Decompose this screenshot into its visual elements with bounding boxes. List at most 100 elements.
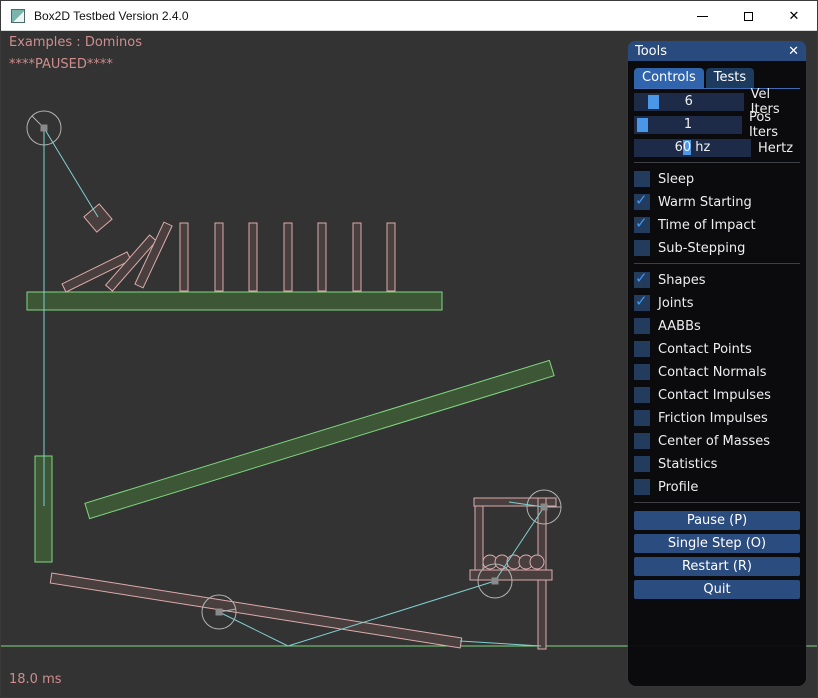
standing-domino[interactable] [180,223,188,291]
pause-p-button[interactable]: Pause (P) [634,511,800,530]
pos-iters-label: Pos Iters [749,110,800,140]
checkbox-shapes[interactable]: ✓ [634,272,650,288]
app-window: Box2D Testbed Version 2.4.0 ✕ [0,0,818,698]
standing-domino[interactable] [215,223,223,291]
window-title: Box2D Testbed Version 2.4.0 [34,9,189,23]
checkbox-statistics[interactable] [634,456,650,472]
maximize-icon [744,12,753,21]
checkbox-joints[interactable]: ✓ [634,295,650,311]
checkbox-row-profile[interactable]: Profile [634,479,800,495]
tools-panel: Tools ✕ Controls Tests 6 Vel Iters [628,41,806,686]
checkbox-friction-impulses[interactable] [634,410,650,426]
solver-checkbox-group: Sleep ✓ Warm Starting ✓ Time of Impact Sub-St… [634,171,800,256]
quit-button[interactable]: Quit [634,580,800,599]
checkbox-label: AABBs [658,319,701,334]
checkbox-row-warm-starting[interactable]: ✓ Warm Starting [634,194,800,210]
checkbox-row-time-of-impact[interactable]: ✓ Time of Impact [634,217,800,233]
tools-panel-titlebar[interactable]: Tools ✕ [628,41,806,61]
maximize-button[interactable] [725,1,771,31]
checkbox-row-contact-normals[interactable]: Contact Normals [634,364,800,380]
pos-iters-value: 1 [634,116,742,134]
checkbox-center-of-masses[interactable] [634,433,650,449]
checkbox-time-of-impact[interactable]: ✓ [634,217,650,233]
ground-rope-joint [460,641,541,646]
vel-iters-value: 6 [634,93,744,111]
single-step-o-button[interactable]: Single Step (O) [634,534,800,553]
pendulum-bob[interactable] [84,204,112,232]
checkbox-label: Profile [658,480,698,495]
close-button[interactable]: ✕ [771,1,817,31]
check-icon: ✓ [635,270,648,286]
checkbox-label: Sleep [658,172,694,187]
checkbox-row-sub-stepping[interactable]: Sub-Stepping [634,240,800,256]
checkbox-aabbs[interactable] [634,318,650,334]
checkbox-label: Joints [658,296,694,311]
check-icon: ✓ [635,215,648,231]
pendulum-rope-joint [44,128,98,217]
checkbox-contact-normals[interactable] [634,364,650,380]
tab-controls[interactable]: Controls [634,68,704,88]
hertz-selection: 0 [683,140,691,155]
tools-tabbar: Controls Tests [634,68,800,89]
frame-time-text: 18.0 ms [9,672,62,687]
checkbox-row-contact-points[interactable]: Contact Points [634,341,800,357]
vel-iters-slider[interactable]: 6 [634,93,744,111]
hertz-value: 60 hz [634,139,751,157]
checkbox-label: Contact Normals [658,365,767,380]
checkbox-label: Sub-Stepping [658,241,745,256]
checkbox-label: Shapes [658,273,705,288]
app-icon [11,9,25,23]
joint-anchor [541,504,548,511]
checkbox-row-joints[interactable]: ✓ Joints [634,295,800,311]
checkbox-sub-stepping[interactable] [634,240,650,256]
standing-domino[interactable] [318,223,326,291]
standing-domino[interactable] [284,223,292,291]
window-titlebar: Box2D Testbed Version 2.4.0 ✕ [1,1,817,31]
example-title-text: Examples : Dominos [9,35,142,50]
separator [634,502,800,503]
checkbox-row-contact-impulses[interactable]: Contact Impulses [634,387,800,403]
tab-tests[interactable]: Tests [706,68,754,88]
checkbox-label: Statistics [658,457,717,472]
frame-left-post[interactable] [475,506,483,576]
pos-iters-slider[interactable]: 1 [634,116,742,134]
check-icon: ✓ [635,293,648,309]
minimize-button[interactable] [679,1,725,31]
panel-close-icon[interactable]: ✕ [788,45,799,58]
checkbox-contact-points[interactable] [634,341,650,357]
checkbox-label: Contact Points [658,342,752,357]
checkbox-contact-impulses[interactable] [634,387,650,403]
check-icon: ✓ [635,192,648,208]
checkbox-label: Friction Impulses [658,411,768,426]
window-controls: ✕ [679,1,817,31]
minimize-icon [697,16,708,17]
checkbox-label: Contact Impulses [658,388,771,403]
joint-anchor [41,125,48,132]
joint-anchor [216,609,223,616]
paused-status-text: ****PAUSED**** [9,57,113,72]
checkbox-row-center-of-masses[interactable]: Center of Masses [634,433,800,449]
dominos-platform [27,292,442,310]
checkbox-warm-starting[interactable]: ✓ [634,194,650,210]
standing-domino[interactable] [353,223,361,291]
checkbox-profile[interactable] [634,479,650,495]
ball[interactable] [530,555,544,569]
action-button-group: Pause (P) Single Step (O) Restart (R) Quit [634,511,800,599]
joint-anchor [492,578,499,585]
checkbox-label: Warm Starting [658,195,752,210]
checkbox-sleep[interactable] [634,171,650,187]
checkbox-row-sleep[interactable]: Sleep [634,171,800,187]
checkbox-row-aabbs[interactable]: AABBs [634,318,800,334]
close-icon: ✕ [789,10,800,23]
standing-domino[interactable] [249,223,257,291]
checkbox-row-statistics[interactable]: Statistics [634,456,800,472]
restart-r-button[interactable]: Restart (R) [634,557,800,576]
checkbox-label: Center of Masses [658,434,770,449]
hertz-label: Hertz [758,141,793,156]
checkbox-row-shapes[interactable]: ✓ Shapes [634,272,800,288]
simulation-canvas[interactable]: Examples : Dominos ****PAUSED**** 18.0 m… [1,31,817,697]
checkbox-row-friction-impulses[interactable]: Friction Impulses [634,410,800,426]
checkbox-label: Time of Impact [658,218,756,233]
standing-domino[interactable] [387,223,395,291]
hertz-drag-input[interactable]: 60 hz [634,139,751,157]
